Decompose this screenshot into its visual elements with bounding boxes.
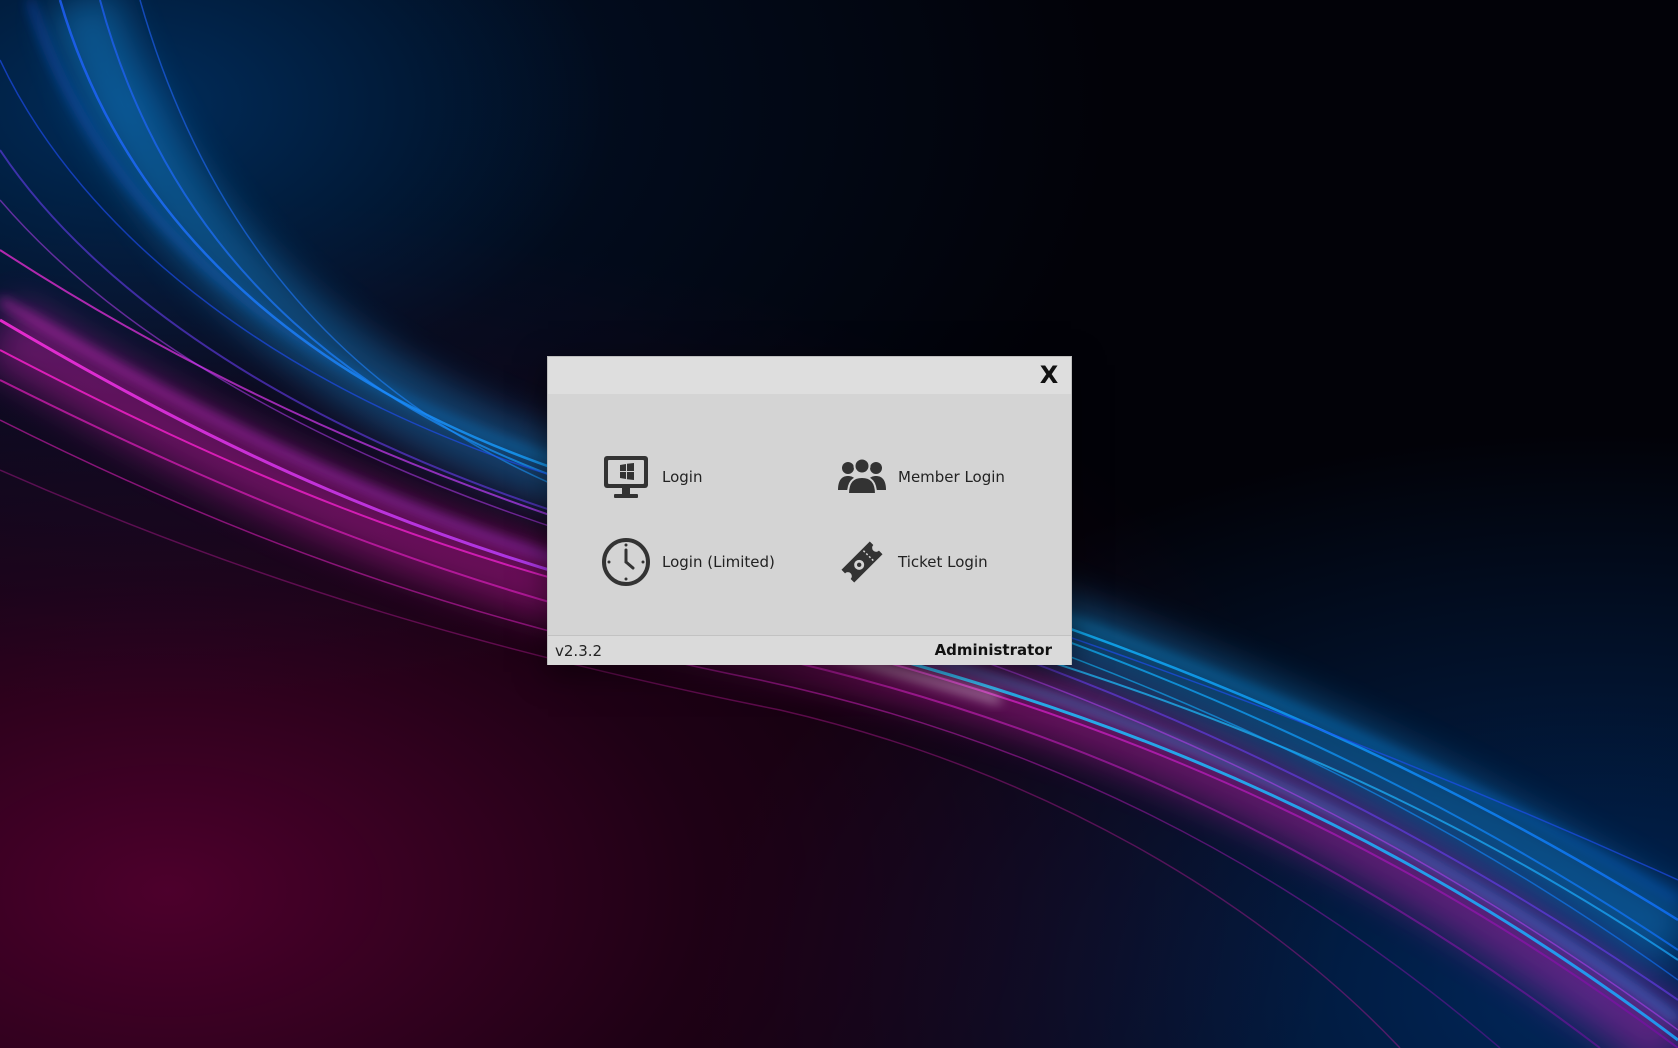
- user-label: Administrator: [934, 641, 1052, 659]
- users-group-icon: [834, 449, 890, 505]
- member-login-option[interactable]: Member Login: [834, 449, 1005, 505]
- login-limited-label: Login (Limited): [662, 553, 775, 571]
- desktop: X Login Member Login Login (Limited) Tic…: [0, 0, 1678, 1048]
- ticket-login-label: Ticket Login: [898, 553, 988, 571]
- monitor-windows-icon: [598, 449, 654, 505]
- version-label: v2.3.2: [555, 642, 603, 660]
- ticket-icon: [834, 534, 890, 590]
- ticket-login-option[interactable]: Ticket Login: [834, 534, 988, 590]
- login-option[interactable]: Login: [598, 449, 702, 505]
- dialog-titlebar: X: [548, 357, 1071, 394]
- login-label: Login: [662, 468, 703, 486]
- login-limited-option[interactable]: Login (Limited): [598, 534, 775, 590]
- close-button[interactable]: X: [1035, 360, 1063, 390]
- member-login-label: Member Login: [898, 468, 1005, 486]
- status-bar: v2.3.2 Administrator: [548, 635, 1071, 665]
- login-dialog: X Login Member Login Login (Limited) Tic…: [548, 357, 1071, 665]
- clock-icon: [598, 534, 654, 590]
